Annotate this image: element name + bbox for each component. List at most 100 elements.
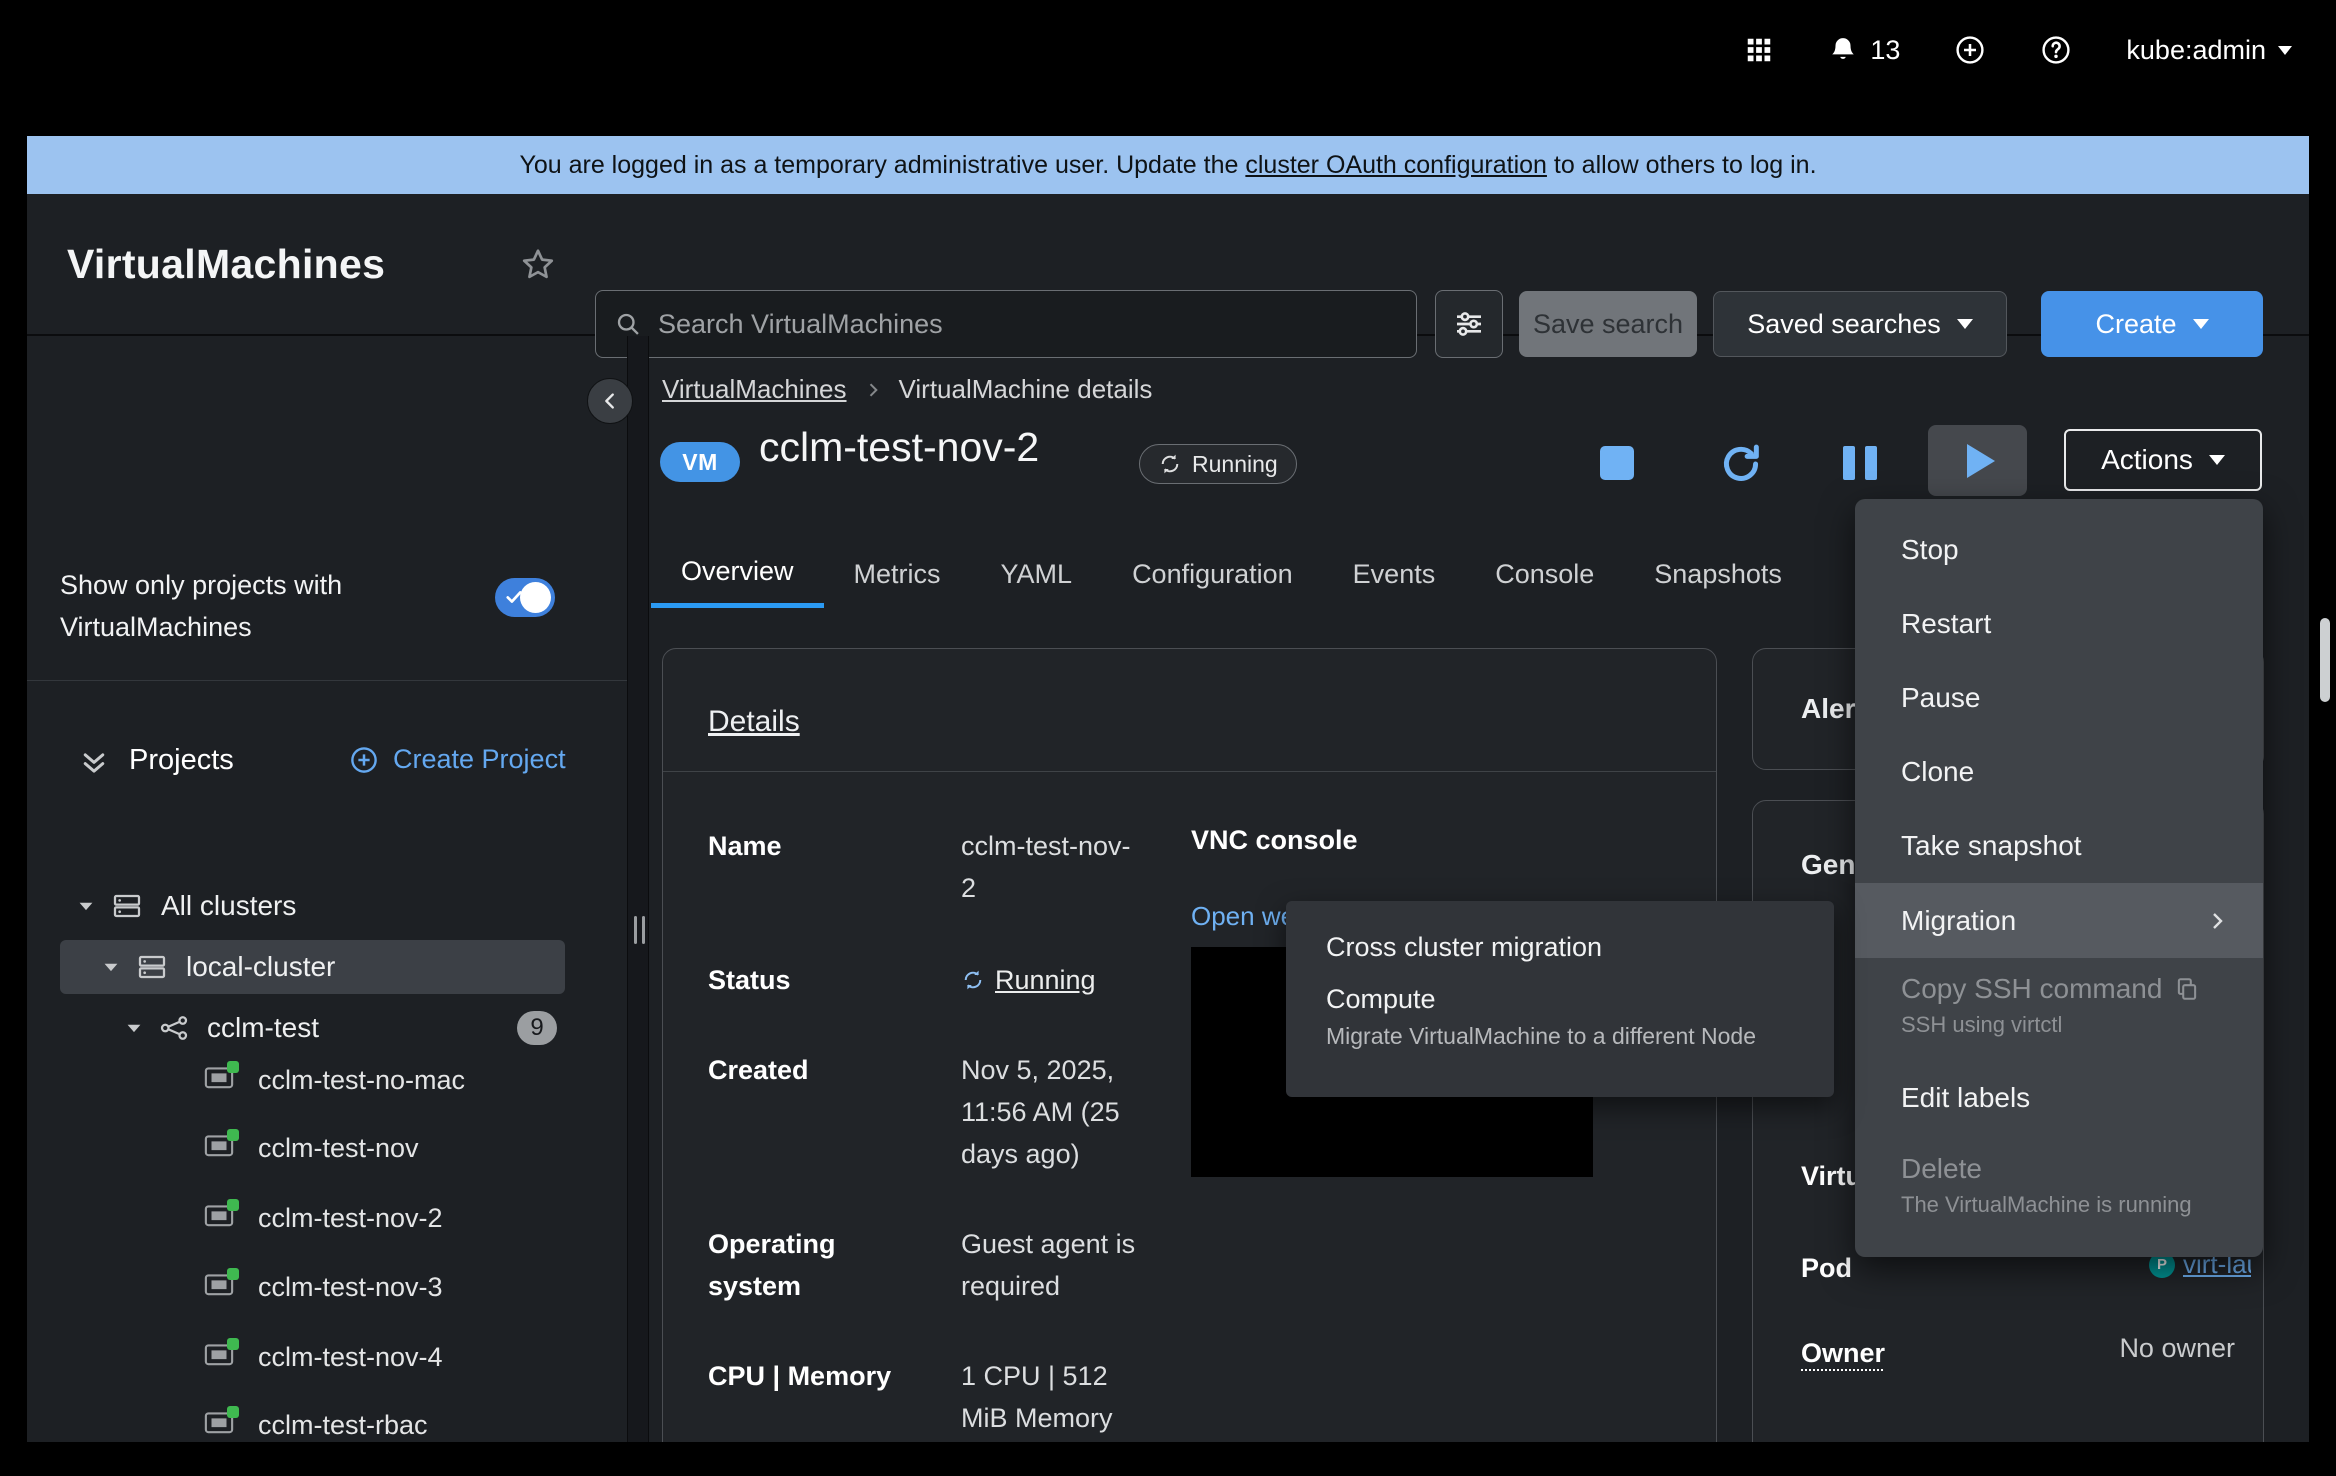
user-name: kube:admin: [2126, 35, 2266, 66]
list-item-vm[interactable]: cclm-test-no-mac: [204, 1060, 540, 1100]
apps-grid-icon[interactable]: [1744, 35, 1774, 65]
advanced-search-button[interactable]: [1435, 290, 1503, 358]
cluster-icon: [111, 890, 143, 922]
menu-item-stop[interactable]: Stop: [1855, 513, 2263, 587]
copy-icon: [2174, 976, 2200, 1002]
banner-text-before: You are logged in as a temporary adminis…: [519, 151, 1245, 180]
details-card-title[interactable]: Details: [708, 705, 800, 739]
tab-snapshots[interactable]: Snapshots: [1624, 540, 1812, 608]
migration-submenu: Cross cluster migration Compute Migrate …: [1286, 901, 1834, 1097]
virtual-machine-icon: [204, 1066, 234, 1092]
tab-metrics[interactable]: Metrics: [824, 540, 971, 608]
list-item-vm[interactable]: cclm-test-nov-2: [204, 1198, 540, 1238]
menu-item-edit-labels[interactable]: Edit labels: [1855, 1061, 2263, 1135]
create-button[interactable]: Create: [2041, 291, 2263, 357]
status-value: Running: [961, 959, 1141, 1001]
menu-item-pause[interactable]: Pause: [1855, 661, 2263, 734]
console-app: You are logged in as a temporary adminis…: [27, 136, 2309, 1442]
menu-item-migration[interactable]: Migration: [1855, 883, 2263, 958]
created-value: Nov 5, 2025, 11:56 AM (25 days ago): [961, 1049, 1141, 1175]
save-search-button[interactable]: Save search: [1519, 291, 1697, 357]
menu-item-copy-ssh: Copy SSH command SSH using virtctl: [1855, 958, 2263, 1041]
menu-item-restart[interactable]: Restart: [1855, 587, 2263, 661]
favorite-star-icon[interactable]: [519, 246, 557, 284]
submenu-item-cross-cluster-migration[interactable]: Cross cluster migration: [1286, 915, 1834, 979]
sidebar-resize-gutter[interactable]: [627, 336, 649, 1442]
tab-yaml[interactable]: YAML: [971, 540, 1103, 608]
chevron-right-icon: [863, 380, 883, 400]
breadcrumb-virtualmachines-link[interactable]: VirtualMachines: [662, 374, 847, 405]
pod-label: Pod: [1801, 1253, 1852, 1284]
list-item-vm[interactable]: cclm-test-rbac: [204, 1405, 540, 1442]
notification-count: 13: [1870, 35, 1900, 66]
caret-down-icon[interactable]: [75, 895, 97, 917]
list-item-vm[interactable]: cclm-test-nov-3: [204, 1267, 540, 1307]
status-dot: [227, 1061, 239, 1073]
tree-node-all-clusters[interactable]: All clusters: [75, 876, 615, 936]
create-project-label: Create Project: [393, 744, 566, 775]
plus-circle-icon: [349, 745, 379, 775]
scrollbar-thumb[interactable]: [2320, 618, 2330, 702]
migration-label: Migration: [1901, 905, 2016, 937]
create-project-button[interactable]: Create Project: [349, 744, 566, 775]
pause-vm-button[interactable]: [1843, 446, 1877, 480]
user-menu[interactable]: kube:admin: [2126, 35, 2292, 66]
vm-detail-tabs: Overview Metrics YAML Configuration Even…: [651, 540, 1812, 608]
sidebar-collapse-button[interactable]: [587, 378, 633, 424]
notifications-button[interactable]: 13: [1828, 35, 1900, 66]
start-vm-button[interactable]: [1928, 425, 2027, 496]
sliders-icon: [1453, 308, 1485, 340]
vm-status-pill[interactable]: Running: [1139, 444, 1297, 484]
tab-events[interactable]: Events: [1323, 540, 1466, 608]
expand-all-icon[interactable]: [79, 748, 109, 778]
tab-overview[interactable]: Overview: [651, 540, 824, 608]
virtual-machine-icon: [204, 1411, 234, 1437]
save-search-label: Save search: [1533, 309, 1683, 340]
owner-label[interactable]: Owner: [1801, 1338, 1885, 1369]
namespace-vm-count-badge: 9: [517, 1011, 557, 1045]
status-dot: [227, 1199, 239, 1211]
status-dot: [227, 1406, 239, 1418]
os-label: Operating system: [708, 1223, 908, 1307]
status-dot: [227, 1338, 239, 1350]
submenu-item-compute[interactable]: Compute Migrate VirtualMachine to a diff…: [1286, 979, 1834, 1053]
tab-console[interactable]: Console: [1465, 540, 1624, 608]
temp-admin-banner: You are logged in as a temporary adminis…: [27, 136, 2309, 194]
menu-item-clone[interactable]: Clone: [1855, 734, 2263, 809]
tree-node-local-cluster[interactable]: local-cluster: [60, 940, 565, 994]
oauth-config-link[interactable]: cluster OAuth configuration: [1245, 151, 1547, 180]
projects-filter-toggle[interactable]: [495, 578, 555, 617]
vm-filter-row: Show only projects with VirtualMachines: [60, 564, 600, 648]
list-item-vm[interactable]: cclm-test-nov: [204, 1128, 540, 1168]
name-label: Name: [708, 825, 908, 867]
list-item-vm[interactable]: cclm-test-nov-4: [204, 1337, 540, 1377]
tree-node-namespace[interactable]: cclm-test 9: [123, 1000, 593, 1056]
status-dot: [227, 1268, 239, 1280]
name-value: cclm-test-nov-2: [961, 825, 1141, 909]
search-input[interactable]: [656, 308, 1398, 341]
restart-vm-button[interactable]: [1718, 441, 1764, 487]
vm-name: cclm-test-nov-3: [258, 1267, 540, 1307]
status-running-link[interactable]: Running: [961, 959, 1141, 1001]
import-plus-circle-icon[interactable]: [1954, 34, 1986, 66]
tab-configuration[interactable]: Configuration: [1102, 540, 1323, 608]
actions-label: Actions: [2101, 444, 2193, 476]
caret-down-icon[interactable]: [123, 1017, 145, 1039]
vm-page-title: cclm-test-nov-2: [759, 424, 1039, 471]
project-icon: [159, 1013, 189, 1043]
banner-text-after: to allow others to log in.: [1547, 151, 1817, 180]
stop-vm-button[interactable]: [1600, 446, 1634, 480]
chevron-down-icon: [1957, 319, 1973, 329]
cluster-icon: [136, 951, 168, 983]
menu-item-take-snapshot[interactable]: Take snapshot: [1855, 809, 2263, 883]
actions-dropdown-button[interactable]: Actions: [2064, 429, 2262, 491]
saved-searches-dropdown[interactable]: Saved searches: [1713, 291, 2007, 357]
chevron-right-icon: [2205, 909, 2229, 933]
projects-label: Projects: [129, 744, 234, 777]
vm-name: cclm-test-nov-2: [258, 1198, 540, 1238]
resize-handle[interactable]: [634, 916, 645, 944]
caret-down-icon[interactable]: [100, 956, 122, 978]
projects-header-row: Projects Create Project: [27, 734, 627, 794]
help-icon[interactable]: [2040, 34, 2072, 66]
menu-item-delete: Delete The VirtualMachine is running: [1855, 1135, 2263, 1221]
